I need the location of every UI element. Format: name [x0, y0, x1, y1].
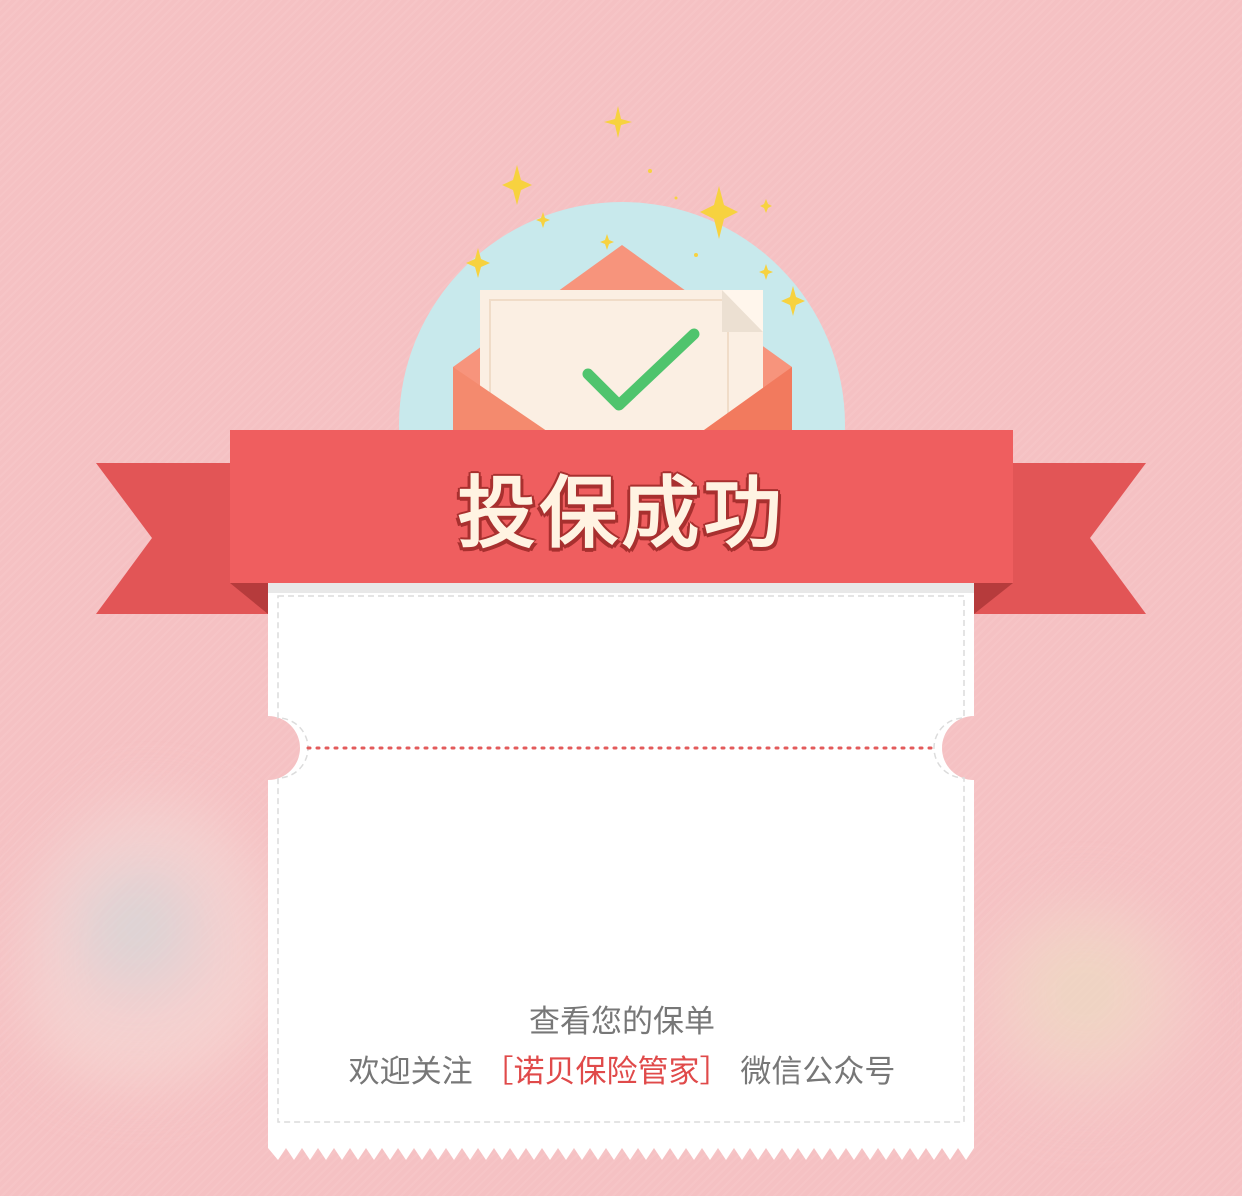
follow-prefix: 欢迎关注	[348, 1054, 473, 1090]
brand-name-link[interactable]: 诺贝保险管家	[514, 1054, 700, 1090]
bracket-close: ］	[699, 1054, 731, 1090]
bracket-open: ［	[482, 1054, 514, 1090]
view-policy-text: 查看您的保单	[529, 1004, 715, 1040]
ticket-top-shadow	[268, 583, 974, 593]
follow-wechat-text: 欢迎关注 ［诺贝保险管家］ 微信公众号	[268, 1046, 976, 1091]
follow-suffix: 微信公众号	[740, 1054, 896, 1090]
page-title: 投保成功	[457, 468, 786, 559]
